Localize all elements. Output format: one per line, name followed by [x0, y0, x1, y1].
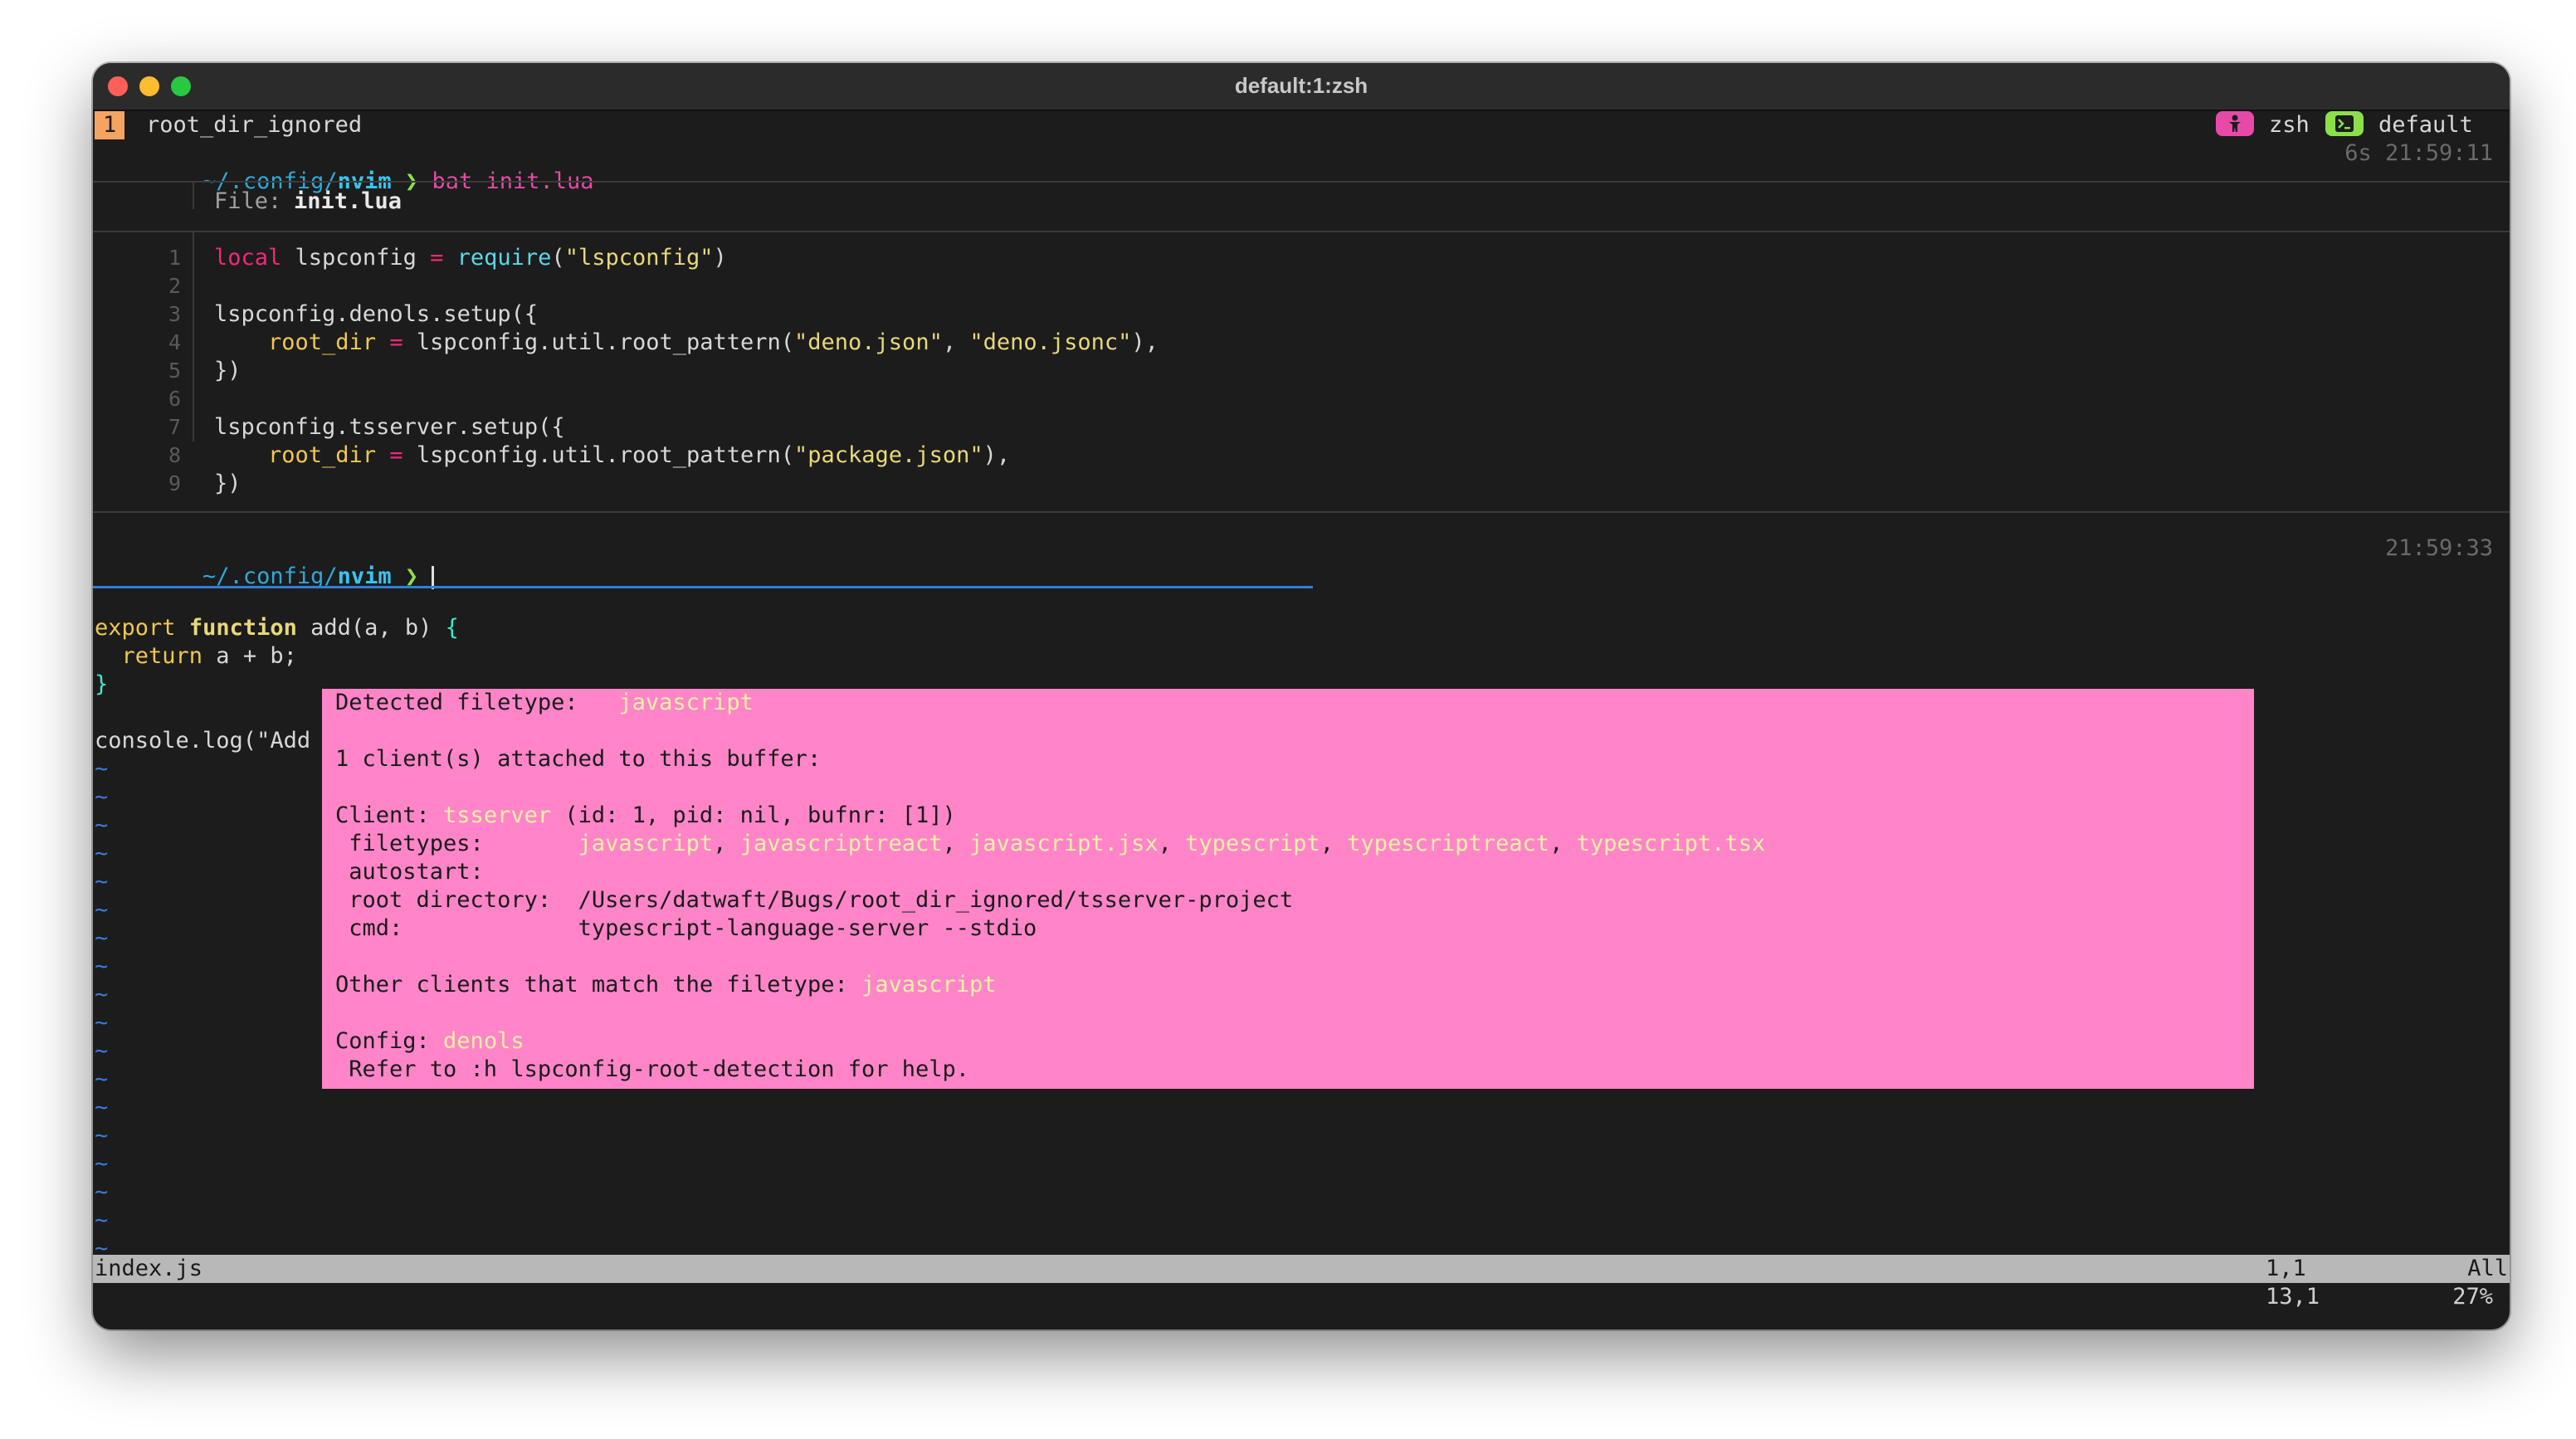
zsh-pill [2216, 111, 2254, 136]
editor-line[interactable]: export function add(a, b) { [93, 614, 2510, 642]
vim-cmdline[interactable]: 13,1 27% [93, 1283, 2510, 1311]
empty-line-tilde: ~ [95, 1207, 109, 1233]
cmd-label: cmd: [335, 915, 578, 941]
bat-file-label: File: [214, 188, 295, 214]
title-bar: default:1:zsh [93, 63, 2510, 111]
tmux-session-label: default [2378, 112, 2473, 138]
cmdline-percent: 27% [2452, 1284, 2493, 1310]
line-number: 2 [168, 274, 181, 298]
code-line: }) [214, 471, 242, 496]
other-clients-value: javascript [861, 972, 997, 998]
code-line: lspconfig.tsserver.setup({ [214, 414, 565, 440]
empty-line-tilde: ~ [95, 1095, 109, 1120]
person-icon [2229, 115, 2241, 132]
cmdline-position: 13,1 [2266, 1284, 2320, 1310]
status-filename: index.js [95, 1256, 203, 1281]
terminal-icon [2335, 115, 2354, 132]
detected-filetype-label: Detected filetype: [335, 690, 619, 715]
detected-filetype-value: javascript [618, 690, 754, 715]
terminal-window: default:1:zsh 1 root_dir_ignored zsh def [93, 63, 2510, 1329]
bat-file-header: File: init.lua [93, 188, 2510, 216]
status-position: 1,1 [2266, 1256, 2306, 1281]
prompt-time: 21:59:33 [2384, 535, 2493, 561]
config-value: denols [443, 1028, 524, 1054]
lspinfo-popup[interactable]: Detected filetype: javascript 1 client(s… [322, 689, 2254, 1089]
tmux-window-name[interactable]: root_dir_ignored [146, 111, 362, 139]
pane-split-indicator[interactable] [93, 586, 1313, 588]
autostart-label: autostart: [335, 859, 484, 885]
terminal-content[interactable]: 1 root_dir_ignored zsh default ~/.config… [93, 111, 2510, 1329]
window-title: default:1:zsh [1234, 73, 1368, 98]
root-directory-label: root directory: [335, 887, 578, 913]
refer-help-text: Refer to :h lspconfig-root-detection for… [335, 1056, 970, 1082]
client-info: (id: 1, pid: nil, bufnr: [1]) [551, 802, 956, 828]
session-pill [2325, 111, 2364, 136]
empty-line-tilde: ~ [95, 1151, 109, 1177]
root-directory-value: /Users/datwaft/Bugs/root_dir_ignored/tss… [578, 887, 1294, 913]
code-line: local lspconfig = require("lspconfig") [214, 245, 727, 271]
vim-statusline: index.js 1,1 All [93, 1255, 2510, 1283]
prompt-row-2: ~/.config/nvim ❯ 21:59:33 [93, 534, 2510, 589]
code-line: root_dir = lspconfig.util.root_pattern("… [268, 329, 1159, 355]
editor-line[interactable]: return a + b; [93, 642, 2510, 671]
tmux-zsh-label: zsh [2269, 112, 2310, 138]
empty-line-tilde: ~ [95, 1123, 109, 1149]
code-line: root_dir = lspconfig.util.root_pattern("… [268, 442, 1011, 468]
empty-line-tilde: ~ [95, 1179, 109, 1205]
bat-bottom-rule [93, 511, 2510, 513]
code-line: }) [214, 358, 242, 383]
prompt-duration-time: 6s 21:59:11 [2344, 140, 2493, 166]
cmd-value: typescript-language-server --stdio [578, 915, 1037, 941]
line-number: 6 [168, 387, 181, 411]
config-label: Config: [335, 1028, 444, 1054]
prompt-row-1: ~/.config/nvim ❯ bat init.lua 6s 21:59:1… [93, 139, 2510, 194]
clients-attached-text: 1 client(s) attached to this buffer: [335, 746, 822, 772]
bat-header-rule [93, 231, 2510, 232]
other-clients-label: Other clients that match the filetype: [335, 972, 861, 998]
tmux-window-number[interactable]: 1 [95, 111, 125, 139]
filetypes-label: filetypes: [335, 831, 578, 856]
bat-top-rule [93, 181, 2510, 183]
tmux-status-row: 1 root_dir_ignored zsh default [93, 111, 2510, 139]
code-line: lspconfig.denols.setup({ [214, 301, 539, 327]
bat-file-name: init.lua [294, 188, 402, 214]
client-label: Client: [335, 802, 444, 828]
status-scroll: All [2467, 1256, 2508, 1281]
client-name: tsserver [443, 802, 552, 828]
